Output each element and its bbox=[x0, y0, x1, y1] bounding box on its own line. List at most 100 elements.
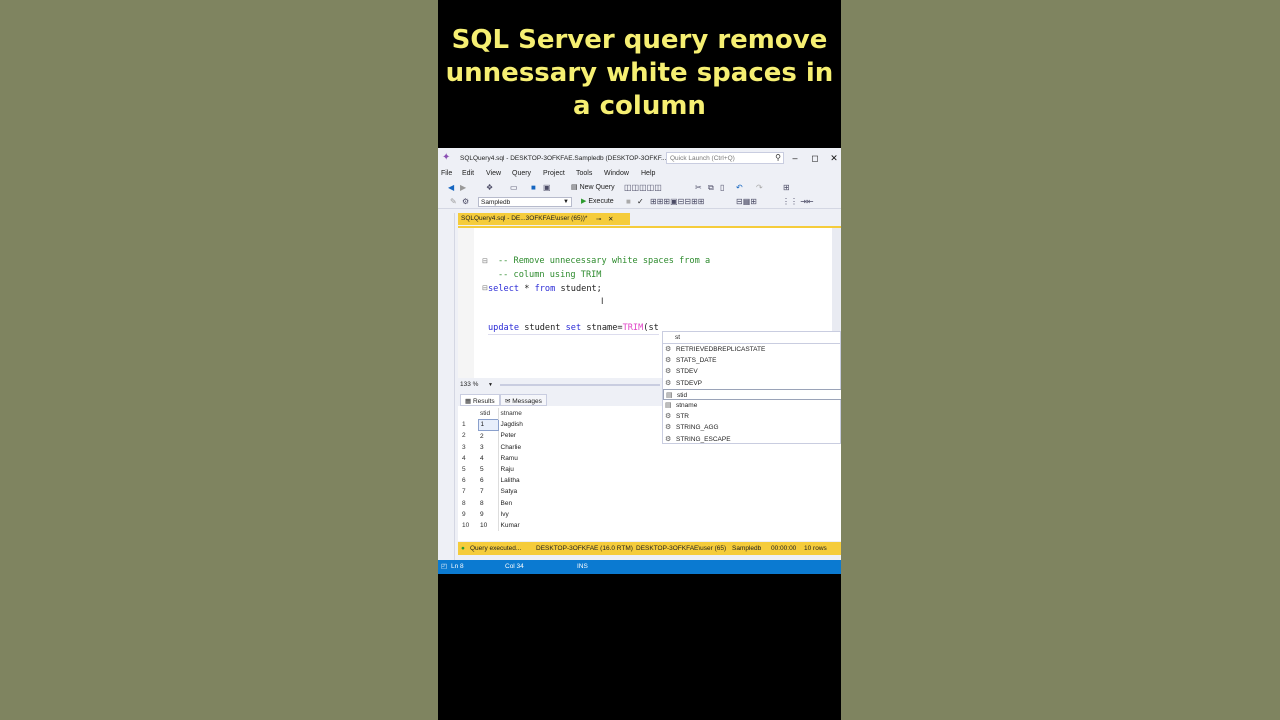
results-to-icons[interactable]: ⊟▦⊞ bbox=[736, 197, 757, 207]
cell-stname[interactable]: Lalitha bbox=[498, 475, 548, 486]
redo-icon[interactable]: ↷ bbox=[756, 183, 763, 193]
intellisense-popup: st ⚙ RETRIEVEDBREPLICASTATE ⚙ STATS_DATE ⚙ ST… bbox=[662, 331, 841, 444]
table-row[interactable]: 4 4 Ramu bbox=[460, 452, 548, 464]
sql-editor-toolbar: ✎ ⚙ Sampledb ▼ ▶ Execute ■ ✓ ⊞⊞⊞▣⊟⊟⊞⊞ ⊟▦⊞… bbox=[438, 195, 841, 209]
database-select[interactable]: Sampledb ▼ bbox=[478, 197, 572, 207]
fold-collapse-icon[interactable]: ⊟ bbox=[482, 284, 488, 292]
query-tools-icon[interactable]: ◫◫◫◫◫ bbox=[624, 183, 662, 193]
column-header-stid[interactable]: stid bbox=[478, 408, 499, 420]
menu-help[interactable]: Help bbox=[641, 170, 655, 177]
cell-stid[interactable]: 2 bbox=[478, 430, 499, 442]
cell-stid[interactable]: 8 bbox=[478, 497, 499, 509]
cell-stname[interactable]: Peter bbox=[498, 430, 548, 441]
table-row[interactable]: 1 1 Jagdish bbox=[460, 418, 548, 431]
tab-sqlquery4[interactable]: SQLQuery4.sql - DE...3OFKFAE\user (65))*… bbox=[458, 213, 630, 225]
intellisense-item[interactable]: ⚙ STRING_AGG bbox=[663, 422, 841, 433]
forward-icon[interactable]: ▶ bbox=[460, 183, 466, 193]
server-status: DESKTOP-3OFKFAE (16.0 RTM) bbox=[536, 545, 633, 552]
window-layout-icon[interactable]: ⊞ bbox=[783, 183, 790, 193]
maximize-button[interactable]: ◻ bbox=[808, 152, 822, 164]
table-row[interactable]: 8 8 Ben bbox=[460, 497, 548, 509]
intellisense-item-label: STDEV bbox=[676, 368, 698, 376]
new-project-icon[interactable]: ❖ bbox=[486, 183, 493, 193]
menu-tools[interactable]: Tools bbox=[576, 170, 592, 177]
function-icon: ⚙ bbox=[665, 357, 672, 365]
zoom-level[interactable]: 133 % bbox=[460, 381, 478, 388]
copy-icon[interactable]: ⧉ bbox=[708, 183, 714, 193]
paste-icon[interactable]: ▯ bbox=[720, 183, 724, 193]
app-status-bar: ◰ Ln 8 Col 34 INS bbox=[438, 560, 841, 574]
cell-stid[interactable]: 6 bbox=[478, 475, 499, 487]
tab-messages[interactable]: ✉ Messages bbox=[500, 394, 547, 406]
menu-project[interactable]: Project bbox=[543, 170, 565, 177]
query-status-bar: ● Query executed... DESKTOP-3OFKFAE (16.… bbox=[458, 542, 841, 555]
row-number: 1 bbox=[462, 421, 466, 429]
column-header-stname[interactable]: stname bbox=[498, 408, 548, 419]
undo-icon[interactable]: ↶ bbox=[736, 183, 743, 193]
cell-stname[interactable]: Ramu bbox=[498, 453, 548, 464]
cell-stname[interactable]: Raju bbox=[498, 464, 548, 475]
stop-icon[interactable]: ■ bbox=[626, 197, 631, 207]
intellisense-item[interactable]: ⚙ STDEVP bbox=[663, 378, 841, 389]
menu-query[interactable]: Query bbox=[512, 170, 531, 177]
intellisense-item[interactable]: ⚙ RETRIEVEDBREPLICASTATE bbox=[663, 344, 841, 355]
intellisense-item[interactable]: ⚙ STDEV bbox=[663, 366, 841, 377]
chevron-down-icon[interactable]: ▼ bbox=[488, 380, 493, 390]
cell-stid[interactable]: 1 bbox=[477, 418, 499, 431]
cell-stid[interactable]: 10 bbox=[478, 519, 499, 532]
cell-stname[interactable]: Satya bbox=[498, 486, 548, 497]
pin-icon[interactable]: ✎ bbox=[450, 197, 457, 207]
object-explorer-icon[interactable]: ⚙ bbox=[462, 197, 469, 207]
close-tab-icon[interactable]: ✕ bbox=[608, 215, 613, 223]
keyword-set: set bbox=[565, 323, 582, 333]
search-icon: ⚲ bbox=[775, 153, 781, 162]
table-row[interactable]: 9 9 Ivy bbox=[460, 508, 548, 520]
cell-stname[interactable]: Jagdish bbox=[498, 419, 548, 430]
intellisense-item[interactable]: ⚙ STATS_DATE bbox=[663, 355, 841, 366]
table-row[interactable]: 10 10 Kumar bbox=[460, 519, 548, 532]
execute-button[interactable]: ▶ Execute bbox=[581, 197, 614, 207]
parse-check-icon[interactable]: ✓ bbox=[637, 197, 644, 207]
comment-icons[interactable]: ⋮⋮ ⇥⇤ bbox=[782, 197, 814, 207]
menu-file[interactable]: File bbox=[441, 170, 452, 177]
fold-collapse-icon[interactable]: ⊟ bbox=[482, 257, 488, 265]
query-options-icons[interactable]: ⊞⊞⊞▣⊟⊟⊞⊞ bbox=[650, 197, 704, 207]
intellisense-item[interactable]: ⚙ STRING_ESCAPE bbox=[663, 434, 841, 445]
table-row[interactable]: 5 5 Raju bbox=[460, 463, 548, 476]
table-row[interactable]: 3 3 Charlie bbox=[460, 441, 548, 453]
keyword-from: from bbox=[534, 284, 556, 294]
intellisense-item-label: stname bbox=[676, 402, 698, 409]
cell-stid[interactable]: 4 bbox=[478, 452, 499, 464]
cut-icon[interactable]: ✂ bbox=[695, 183, 702, 193]
save-icon[interactable]: ■ bbox=[531, 183, 536, 193]
row-number-header bbox=[460, 408, 478, 419]
intellisense-item[interactable]: ⚙ STR bbox=[663, 411, 841, 422]
cell-stid[interactable]: 9 bbox=[478, 508, 499, 520]
new-query-button[interactable]: ▤ New Query bbox=[571, 183, 615, 193]
cell-stname[interactable]: Kumar bbox=[498, 520, 548, 531]
cell-stid[interactable]: 7 bbox=[478, 486, 499, 498]
menu-window[interactable]: Window bbox=[604, 170, 629, 177]
save-all-icon[interactable]: ▣ bbox=[543, 183, 551, 193]
horizontal-scrollbar[interactable] bbox=[500, 384, 660, 386]
cell-stname[interactable]: Ben bbox=[498, 498, 548, 509]
cell-stid[interactable]: 5 bbox=[478, 463, 499, 476]
close-button[interactable]: ✕ bbox=[827, 152, 841, 164]
open-folder-icon[interactable]: ▭ bbox=[510, 183, 518, 193]
intellisense-item[interactable]: ▤ stid bbox=[663, 388, 841, 400]
table-row[interactable]: 6 6 Lalitha bbox=[460, 475, 548, 487]
table-row[interactable]: 7 7 Satya bbox=[460, 486, 548, 498]
minimize-button[interactable]: – bbox=[788, 152, 802, 164]
back-icon[interactable]: ◀ bbox=[448, 183, 454, 193]
pin-icon[interactable]: ⊸ bbox=[596, 215, 601, 223]
menu-view[interactable]: View bbox=[486, 170, 501, 177]
intellisense-item[interactable]: ▤ stname bbox=[663, 400, 841, 411]
tab-results[interactable]: ▦ Results bbox=[460, 394, 500, 406]
cell-stname[interactable]: Ivy bbox=[498, 509, 548, 520]
quick-launch-input[interactable]: Quick Launch (Ctrl+Q) ⚲ bbox=[666, 152, 784, 164]
menu-edit[interactable]: Edit bbox=[462, 170, 474, 177]
table-row[interactable]: 2 2 Peter bbox=[460, 430, 548, 442]
cell-stname[interactable]: Charlie bbox=[498, 442, 548, 453]
header-row: stid stname bbox=[460, 408, 548, 420]
cell-stid[interactable]: 3 bbox=[478, 441, 499, 453]
